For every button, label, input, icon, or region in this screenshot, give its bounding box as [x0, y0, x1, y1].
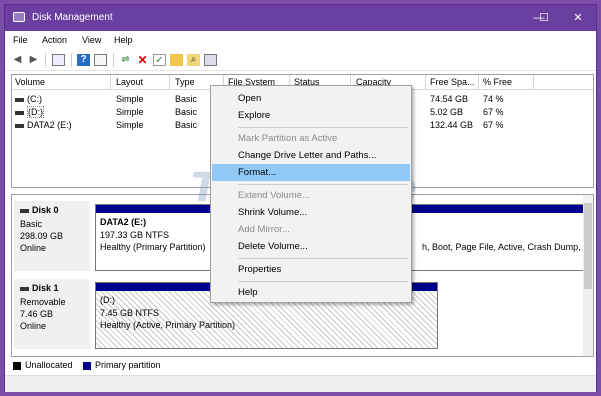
disk-1-label[interactable]: Disk 1 Removable 7.46 GB Online	[14, 279, 90, 349]
menu-item-mark-active: Mark Partition as Active	[238, 133, 338, 144]
menu-item-extend-volume: Extend Volume...	[238, 190, 310, 201]
settings-icon[interactable]	[204, 54, 217, 66]
menu-item-open[interactable]: Open	[212, 90, 410, 107]
delete-icon[interactable]: ✕	[136, 54, 149, 66]
menu-item-add-mirror: Add Mirror...	[238, 224, 290, 235]
connect-icon[interactable]: ⇌	[119, 54, 132, 66]
column-volume[interactable]: Volume	[15, 77, 45, 87]
show-hide-console-icon[interactable]	[52, 54, 65, 66]
disk-icon	[20, 286, 29, 291]
back-arrow-icon[interactable]: ◀	[11, 54, 24, 66]
status-bar	[5, 375, 596, 392]
column-type[interactable]: Type	[175, 77, 195, 87]
menu-file[interactable]: File	[13, 35, 28, 45]
disk-map-scrollbar[interactable]	[583, 195, 593, 356]
forward-arrow-icon[interactable]: ▶	[27, 54, 40, 66]
menu-view[interactable]: View	[82, 35, 101, 45]
menu-item-format[interactable]: Format...	[212, 164, 410, 181]
primary-partition-swatch	[83, 362, 91, 370]
column-percent-free[interactable]: % Free	[483, 77, 512, 87]
disk-icon	[20, 208, 29, 213]
menu-item-help[interactable]: Help	[212, 284, 410, 301]
disk-0-label[interactable]: Disk 0 Basic 298.09 GB Online	[14, 201, 90, 271]
disk-management-app-icon	[13, 12, 25, 22]
menu-action[interactable]: Action	[42, 35, 67, 45]
unallocated-swatch	[13, 362, 21, 370]
drive-icon	[15, 123, 24, 128]
drive-icon	[15, 110, 24, 115]
window-title: Disk Management	[32, 12, 113, 23]
legend: Unallocated Primary partition	[11, 359, 594, 373]
context-menu: Open Explore Mark Partition as Active Ch…	[210, 85, 412, 303]
help-icon[interactable]: ?	[77, 54, 90, 66]
folder-icon[interactable]	[170, 54, 183, 66]
menu-item-shrink-volume[interactable]: Shrink Volume...	[212, 204, 410, 221]
menu-item-change-drive-letter[interactable]: Change Drive Letter and Paths...	[212, 147, 410, 164]
toolbar: ◀ ▶ ? ⇌ ✕ ✓ ⌕	[5, 49, 596, 71]
search-icon[interactable]: ⌕	[187, 54, 200, 66]
title-bar: Disk Management — ☐ ✕	[5, 5, 596, 31]
column-layout[interactable]: Layout	[116, 77, 143, 87]
check-icon[interactable]: ✓	[153, 54, 166, 66]
menu-bar: File Action View Help	[5, 31, 596, 49]
menu-item-explore[interactable]: Explore	[212, 107, 410, 124]
column-free-space[interactable]: Free Spa...	[430, 77, 475, 87]
scrollbar-thumb[interactable]	[584, 203, 592, 289]
close-button[interactable]: ✕	[561, 5, 595, 31]
properties-icon[interactable]	[94, 54, 107, 66]
menu-item-properties[interactable]: Properties	[212, 261, 410, 278]
menu-help[interactable]: Help	[114, 35, 133, 45]
drive-icon	[15, 97, 24, 102]
maximize-button[interactable]: ☐	[527, 5, 561, 31]
menu-item-delete-volume[interactable]: Delete Volume...	[212, 238, 410, 255]
